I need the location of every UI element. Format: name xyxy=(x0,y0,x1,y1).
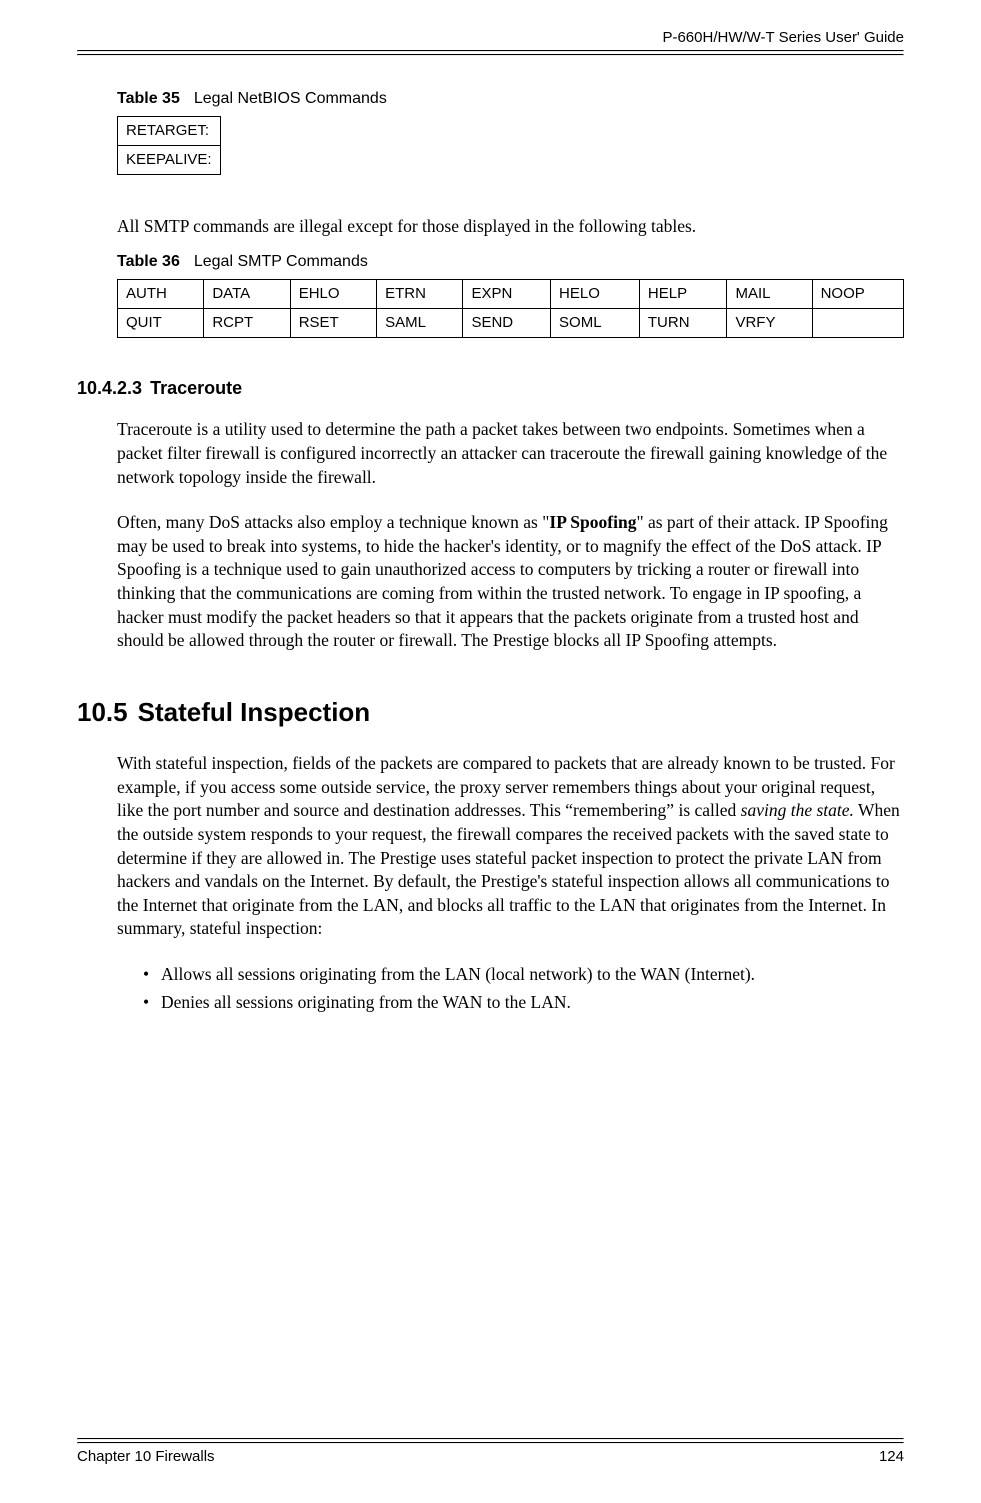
smtp-intro-paragraph: All SMTP commands are illegal except for… xyxy=(117,215,904,239)
para-text: When the outside system responds to your… xyxy=(117,800,900,938)
table-cell: SEND xyxy=(463,308,551,337)
table-cell: DATA xyxy=(204,279,290,308)
ip-spoofing-bold: IP Spoofing xyxy=(549,512,636,532)
table35-caption-num: Table 35 xyxy=(117,90,180,107)
table-cell: SOML xyxy=(551,308,640,337)
traceroute-para1: Traceroute is a utility used to determin… xyxy=(117,418,904,489)
table-cell: MAIL xyxy=(727,279,812,308)
saving-the-state-italic: saving the state. xyxy=(741,800,854,820)
table-cell: RSET xyxy=(290,308,376,337)
table35-caption: Table 35 Legal NetBIOS Commands xyxy=(117,88,904,110)
header-rule-bottom xyxy=(77,54,904,56)
list-item: Allows all sessions originating from the… xyxy=(143,963,904,987)
table-row: KEEPALIVE: xyxy=(118,146,221,175)
stateful-bullets: Allows all sessions originating from the… xyxy=(143,963,904,1014)
table-cell: RETARGET: xyxy=(118,116,221,145)
table-row: RETARGET: xyxy=(118,116,221,145)
page-footer: Chapter 10 Firewalls 124 xyxy=(77,1438,904,1467)
table35: RETARGET: KEEPALIVE: xyxy=(117,116,221,176)
table-cell: SAML xyxy=(377,308,463,337)
table36: AUTH DATA EHLO ETRN EXPN HELO HELP MAIL … xyxy=(117,279,904,339)
table-cell: QUIT xyxy=(118,308,204,337)
header-guide-title: P-660H/HW/W-T Series User' Guide xyxy=(662,28,904,48)
table36-caption-num: Table 36 xyxy=(117,253,180,270)
heading-10-4-2-3: 10.4.2.3 Traceroute xyxy=(77,376,904,400)
table-cell: AUTH xyxy=(118,279,204,308)
para-text: " as part of their attack. IP Spoofing m… xyxy=(117,512,888,650)
heading-title: Traceroute xyxy=(150,378,242,398)
table-cell: HELO xyxy=(551,279,640,308)
list-item: Denies all sessions originating from the… xyxy=(143,991,904,1015)
table-cell xyxy=(812,308,903,337)
heading-num: 10.5 xyxy=(77,697,128,727)
para-text: Often, many DoS attacks also employ a te… xyxy=(117,512,549,532)
table-cell: HELP xyxy=(639,279,727,308)
table36-caption-text: Legal SMTP Commands xyxy=(194,253,368,270)
table-row: AUTH DATA EHLO ETRN EXPN HELO HELP MAIL … xyxy=(118,279,904,308)
traceroute-para2: Often, many DoS attacks also employ a te… xyxy=(117,511,904,653)
footer-chapter: Chapter 10 Firewalls xyxy=(77,1447,215,1467)
footer-page-number: 124 xyxy=(879,1447,904,1467)
table-row: QUIT RCPT RSET SAML SEND SOML TURN VRFY xyxy=(118,308,904,337)
stateful-para: With stateful inspection, fields of the … xyxy=(117,752,904,941)
table35-caption-text: Legal NetBIOS Commands xyxy=(194,90,387,107)
table36-caption: Table 36 Legal SMTP Commands xyxy=(117,251,904,273)
table-cell: NOOP xyxy=(812,279,903,308)
table-cell: KEEPALIVE: xyxy=(118,146,221,175)
table-cell: EHLO xyxy=(290,279,376,308)
heading-num: 10.4.2.3 xyxy=(77,378,142,398)
table-cell: RCPT xyxy=(204,308,290,337)
table-cell: TURN xyxy=(639,308,727,337)
heading-title: Stateful Inspection xyxy=(138,697,371,727)
table-cell: VRFY xyxy=(727,308,812,337)
table-cell: EXPN xyxy=(463,279,551,308)
heading-10-5: 10.5 Stateful Inspection xyxy=(77,695,904,730)
table-cell: ETRN xyxy=(377,279,463,308)
